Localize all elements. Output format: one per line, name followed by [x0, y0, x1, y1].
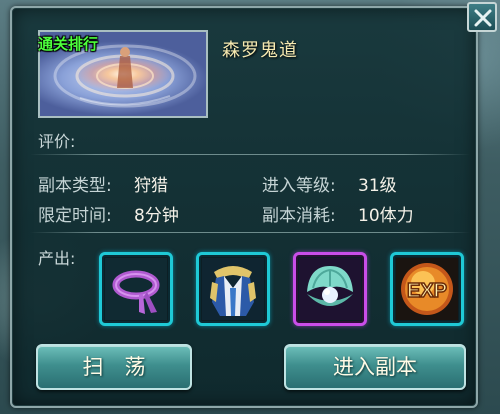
- exp-orb-icon: EXP: [396, 258, 458, 320]
- evaluation-label: 评价:: [38, 132, 76, 151]
- stamina-cost-value: 10体力: [358, 206, 414, 226]
- close-icon: [474, 9, 492, 27]
- dungeon-type-label: 副本类型:: [38, 176, 112, 196]
- stage-title: 森罗鬼道: [222, 40, 298, 61]
- divider: [30, 232, 470, 233]
- output-label: 产出:: [38, 249, 76, 268]
- reward-slot-1[interactable]: [99, 252, 173, 326]
- purple-headband-icon: [105, 258, 167, 320]
- time-limit-label: 限定时间:: [38, 206, 112, 226]
- entry-level-value: 31级: [358, 176, 397, 196]
- enter-dungeon-button[interactable]: 进入副本: [284, 344, 466, 390]
- divider: [30, 154, 470, 155]
- pearl-shell-icon: [299, 258, 361, 320]
- blue-armor-icon: [202, 258, 264, 320]
- entry-level-label: 进入等级:: [262, 176, 336, 196]
- stamina-cost-label: 副本消耗:: [262, 206, 336, 226]
- close-button[interactable]: [467, 2, 497, 32]
- sweep-button[interactable]: 扫 荡: [36, 344, 192, 390]
- dungeon-type-value: 狩猎: [134, 176, 168, 196]
- exp-text: EXP: [407, 280, 447, 302]
- reward-slot-4[interactable]: EXP: [390, 252, 464, 326]
- time-limit-value: 8分钟: [134, 206, 179, 226]
- reward-slot-3[interactable]: [293, 252, 367, 326]
- ranking-tag[interactable]: 通关排行: [38, 33, 98, 54]
- reward-slot-2[interactable]: [196, 252, 270, 326]
